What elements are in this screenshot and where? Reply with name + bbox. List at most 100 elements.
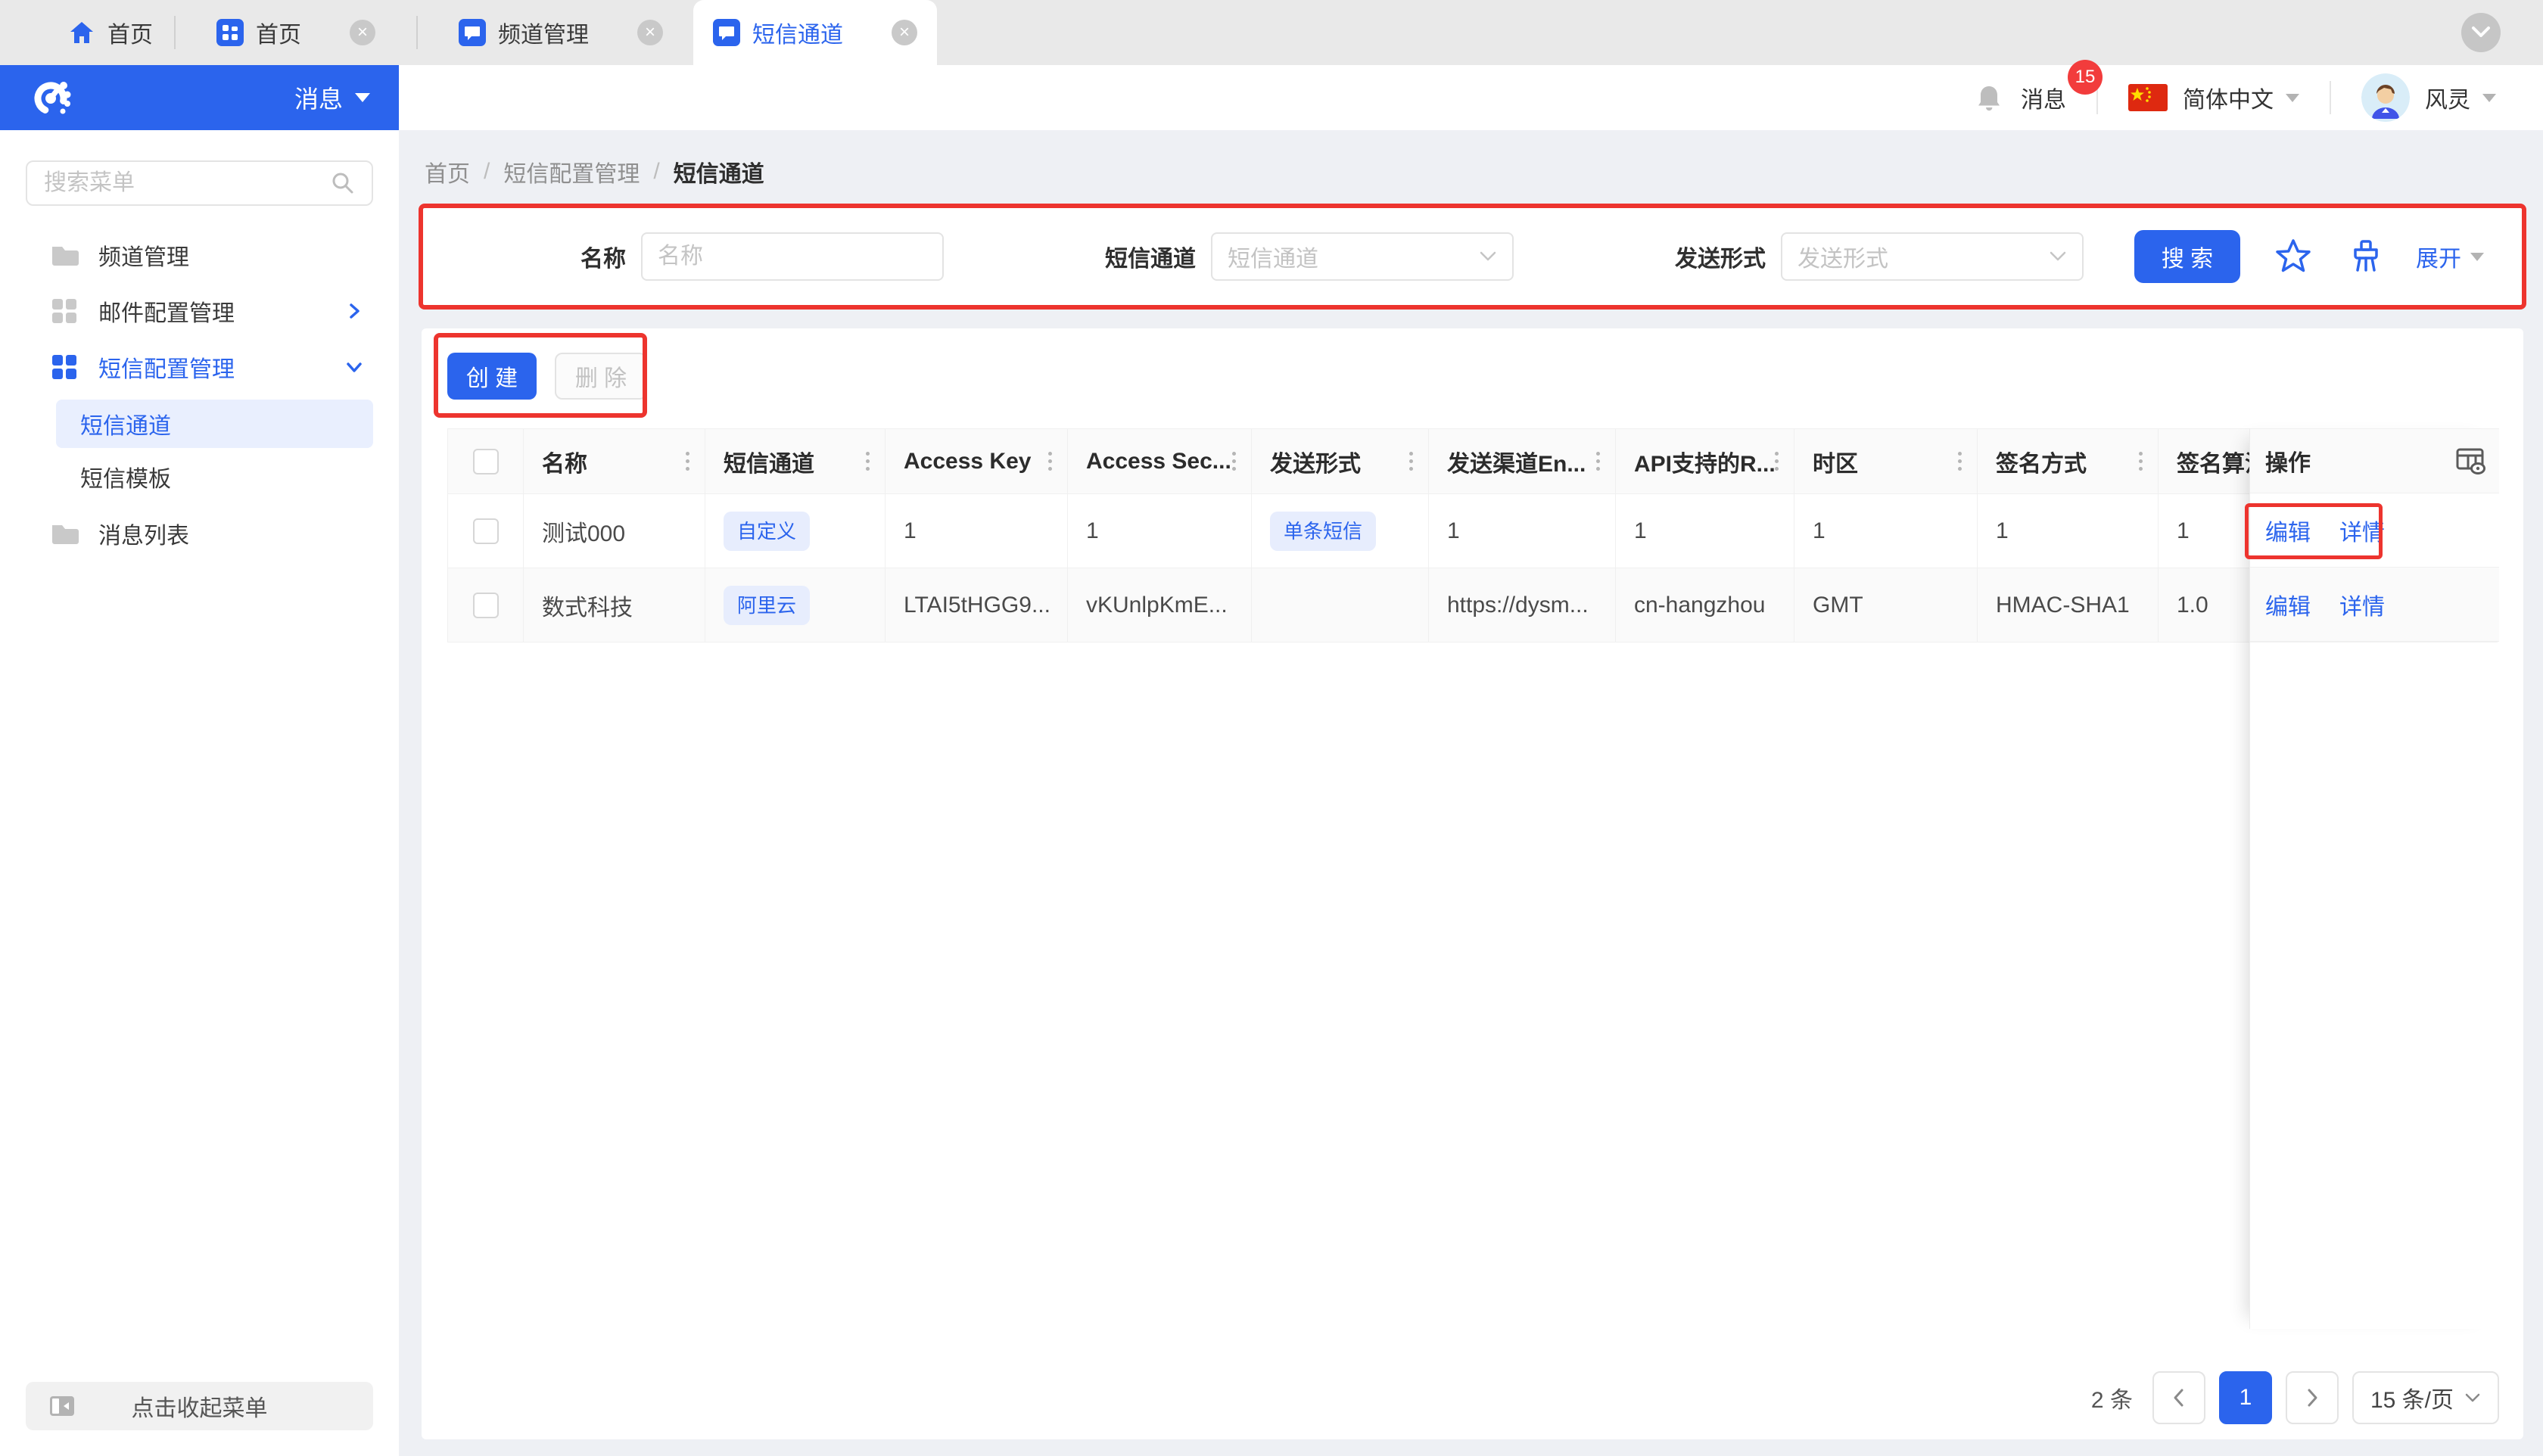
chevron-right-icon (344, 301, 364, 321)
appstore-tab-icon (216, 19, 244, 46)
messages-link[interactable]: 消息 15 (2021, 81, 2066, 114)
column-settings-icon[interactable] (2454, 444, 2487, 478)
app-logo-icon (32, 77, 73, 118)
sidebar-item-sms-channel[interactable]: 短信通道 (56, 400, 373, 448)
clear-filter-button[interactable] (2346, 237, 2386, 276)
chevron-down-icon (344, 357, 364, 377)
expand-label: 展开 (2416, 240, 2461, 273)
column-menu-icon[interactable] (1775, 459, 1779, 463)
row-checkbox[interactable] (473, 518, 499, 544)
cell-timezone: 1 (1794, 494, 1978, 568)
sidebar-item-sms-config[interactable]: 短信配置管理 (0, 339, 399, 395)
name-filter-label: 名称 (422, 240, 641, 273)
sidebar-item-label: 频道管理 (98, 238, 189, 272)
expand-filters-button[interactable]: 展开 (2416, 240, 2484, 273)
sidebar-item-message-list[interactable]: 消息列表 (0, 506, 399, 562)
next-page-button[interactable] (2286, 1371, 2339, 1424)
breadcrumb-item[interactable]: 首页 (425, 155, 470, 188)
home-icon (68, 19, 95, 46)
bell-icon[interactable] (1974, 82, 2004, 113)
action-column-header: 操作 (2250, 428, 2499, 493)
send-form-filter-select[interactable]: 发送形式 (1781, 232, 2084, 281)
column-header-timezone: 时区 (1794, 429, 1978, 494)
column-header-access-secret: Access Sec... (1068, 429, 1252, 494)
favorite-filter-button[interactable] (2274, 237, 2313, 276)
column-menu-icon[interactable] (1048, 459, 1052, 463)
column-menu-icon[interactable] (1409, 459, 1413, 463)
close-icon[interactable]: × (637, 20, 663, 45)
channel-filter-select[interactable]: 短信通道 (1211, 232, 1514, 281)
close-icon[interactable]: × (892, 20, 917, 45)
cell-endpoint: 1 (1429, 494, 1616, 568)
create-button[interactable]: 创 建 (447, 353, 537, 400)
search-button[interactable]: 搜 索 (2134, 230, 2240, 283)
column-menu-icon[interactable] (866, 459, 870, 463)
name-filter-input[interactable] (658, 244, 927, 269)
notification-badge: 15 (2068, 60, 2103, 95)
column-menu-icon[interactable] (1958, 459, 1962, 463)
main-content: 首页 / 短信配置管理 / 短信通道 名称 短信通道 短信通道 (399, 130, 2543, 1456)
column-menu-icon[interactable] (686, 459, 689, 463)
chevron-down-icon (2464, 1392, 2481, 1403)
avatar[interactable] (2361, 73, 2410, 122)
edit-link[interactable]: 编辑 (2265, 588, 2311, 621)
sidebar-item-label: 短信配置管理 (98, 350, 235, 384)
tab-dashboard[interactable]: 首页 × (197, 0, 395, 65)
filter-field-channel: 短信通道 短信通道 (991, 232, 1561, 281)
header-select-all (448, 429, 524, 494)
sidebar-collapse-button[interactable]: 点击收起菜单 (26, 1382, 373, 1430)
sidebar-item-mail-config[interactable]: 邮件配置管理 (0, 283, 399, 339)
chevron-down-icon (2049, 250, 2067, 263)
module-switcher[interactable]: 消息 (294, 80, 343, 115)
detail-link[interactable]: 详情 (2339, 588, 2385, 621)
data-table: 名称 短信通道 Access Key Access Sec... 发送形式 发送… (447, 428, 2499, 1329)
column-header-channel: 短信通道 (705, 429, 886, 494)
send-form-filter-placeholder: 发送形式 (1798, 240, 1888, 273)
cell-sign-method: 1 (1978, 494, 2159, 568)
messages-label: 消息 (2021, 88, 2066, 113)
page-number-button[interactable]: 1 (2219, 1371, 2272, 1424)
search-icon (331, 171, 355, 195)
cell-timezone: GMT (1794, 568, 1978, 642)
close-icon[interactable]: × (350, 20, 375, 45)
sidebar-item-label: 短信模板 (80, 460, 171, 493)
cell-endpoint: https://dysm... (1429, 568, 1616, 642)
page-size-select[interactable]: 15 条/页 (2352, 1371, 2499, 1424)
cell-send-form (1252, 568, 1429, 642)
sidebar-item-channel-mgmt[interactable]: 频道管理 (0, 227, 399, 283)
column-menu-icon[interactable] (1232, 459, 1236, 463)
topbar-right: 消息 15 简体中文 风灵 (399, 65, 2543, 130)
appstore-icon (50, 353, 79, 381)
menu-search-input[interactable] (44, 170, 331, 196)
tab-divider (416, 16, 418, 49)
menu-search-box[interactable] (26, 160, 373, 206)
row-actions: 编辑 详情 (2250, 568, 2499, 642)
filter-actions: 搜 索 展开 (2134, 230, 2484, 283)
tab-sms-channel-active[interactable]: 短信通道 × (693, 0, 937, 65)
breadcrumb-item[interactable]: 短信配置管理 (503, 155, 640, 188)
language-selector[interactable]: 简体中文 (2183, 81, 2274, 114)
tab-home[interactable]: 首页 (68, 16, 153, 49)
browser-tabbar: 首页 首页 × 频道管理 × 短信通道 × (0, 0, 2543, 65)
tabbar-collapse-button[interactable] (2461, 13, 2501, 52)
column-menu-icon[interactable] (2139, 459, 2143, 463)
tab-label: 首页 (256, 16, 301, 49)
column-header-send-form: 发送形式 (1252, 429, 1429, 494)
sidebar-item-sms-template[interactable]: 短信模板 (56, 453, 373, 501)
edit-link[interactable]: 编辑 (2265, 514, 2311, 547)
prev-page-button[interactable] (2152, 1371, 2205, 1424)
select-all-checkbox[interactable] (473, 449, 499, 474)
row-select-cell (448, 568, 524, 642)
total-count: 2 条 (2091, 1381, 2133, 1414)
tab-channel-mgmt[interactable]: 频道管理 × (439, 0, 683, 65)
folder-icon (50, 519, 79, 548)
row-checkbox[interactable] (473, 593, 499, 618)
table-panel: 创 建 删 除 名称 短 (422, 328, 2523, 1439)
detail-link[interactable]: 详情 (2339, 514, 2385, 547)
column-menu-icon[interactable] (1596, 459, 1600, 463)
sidebar-item-label: 消息列表 (98, 517, 189, 550)
delete-button[interactable]: 删 除 (555, 353, 647, 400)
table-header-row: 名称 短信通道 Access Key Access Sec... 发送形式 发送… (448, 429, 2498, 494)
chevron-down-icon (2470, 25, 2492, 40)
user-menu[interactable]: 风灵 (2425, 81, 2470, 114)
